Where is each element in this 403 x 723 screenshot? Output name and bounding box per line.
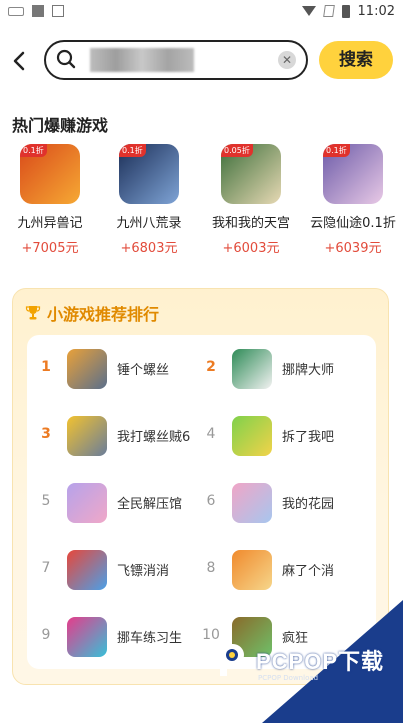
no-sim-icon — [322, 5, 335, 17]
mini-game-icon — [67, 416, 107, 456]
keyboard-icon — [8, 6, 24, 16]
rank-item[interactable]: 2 挪牌大师 — [202, 347, 372, 391]
rank-item[interactable]: 1 锤个螺丝 — [37, 347, 207, 391]
rank-item[interactable]: 8 麻了个消 — [202, 548, 372, 592]
rank-item[interactable]: 4 拆了我吧 — [202, 414, 372, 458]
rank-number: 2 — [206, 359, 216, 375]
mini-game-icon — [232, 550, 272, 590]
mini-game-name: 我打螺丝贼6 — [117, 430, 191, 445]
mini-game-icon — [232, 349, 272, 389]
search-icon — [56, 49, 76, 69]
mini-game-icon — [67, 349, 107, 389]
mini-game-name: 飞镖消消 — [117, 564, 170, 579]
search-button[interactable]: 搜索 — [319, 41, 393, 79]
rank-number: 6 — [206, 493, 216, 509]
mini-game-name: 挪牌大师 — [282, 363, 335, 378]
hot-games-list: 0.1折九州异兽记 +7005元 0.1折九州八荒录 +6803元 0.05折我和我的天… — [0, 144, 403, 256]
rank-number: 3 — [41, 426, 51, 442]
mini-game-name: 麻了个消 — [282, 564, 335, 579]
game-icon: 0.1折 — [20, 144, 80, 204]
mini-game-icon — [67, 483, 107, 523]
rank-item[interactable]: 5 全民解压馆 — [37, 481, 207, 525]
game-name: 云隐仙途0.1折 — [310, 216, 396, 231]
hot-game-item[interactable]: 0.1折九州八荒录 +6803元 — [99, 144, 199, 256]
discount-badge: 0.1折 — [20, 144, 47, 157]
battery-icon — [341, 4, 350, 18]
game-earnings: +6003元 — [222, 241, 280, 256]
ranking-title-text: 小游戏推荐排行 — [47, 305, 160, 324]
mini-game-icon — [232, 416, 272, 456]
game-name: 九州异兽记 — [17, 216, 83, 231]
ranking-title: 小游戏推荐排行 — [25, 301, 159, 325]
status-bar: 11:02 — [0, 0, 403, 22]
rank-item[interactable]: 7 飞镖消消 — [37, 548, 207, 592]
rank-number: 7 — [41, 560, 51, 576]
watermark-subtext: PCPOP Download — [258, 674, 319, 682]
discount-badge: 0.05折 — [221, 144, 253, 157]
mini-game-name: 锤个螺丝 — [117, 363, 170, 378]
game-earnings: +6039元 — [324, 241, 382, 256]
game-name: 九州八荒录 — [116, 216, 182, 231]
rank-number: 1 — [41, 359, 51, 375]
game-icon: 0.05折 — [221, 144, 281, 204]
mini-game-name: 我的花园 — [282, 497, 335, 512]
back-button[interactable] — [8, 48, 30, 74]
trophy-icon — [25, 306, 41, 320]
mini-game-name: 挪车练习生 — [117, 631, 183, 646]
search-box[interactable]: ✕ — [44, 40, 308, 80]
rank-number: 5 — [41, 493, 51, 509]
mini-game-icon — [232, 483, 272, 523]
rank-item[interactable]: 9 挪车练习生 — [37, 615, 207, 659]
mini-game-icon — [67, 550, 107, 590]
close-icon: ✕ — [281, 53, 293, 67]
mini-game-icon — [67, 617, 107, 657]
search-header: ✕ 搜索 — [0, 38, 403, 84]
rank-item[interactable]: 6 我的花园 — [202, 481, 372, 525]
notification-square-icon — [32, 5, 44, 17]
game-name: 我和我的天宫 — [211, 216, 290, 231]
watermark: PCPOP下载 PCPOP Download — [216, 640, 385, 682]
game-icon: 0.1折 — [119, 144, 179, 204]
game-earnings: +6803元 — [120, 241, 178, 256]
rank-item[interactable]: 3 我打螺丝贼6 — [37, 414, 207, 458]
pcpop-logo — [220, 644, 244, 676]
hot-game-item[interactable]: 0.1折九州异兽记 +7005元 — [0, 144, 100, 256]
rank-number: 4 — [206, 426, 216, 442]
back-arrow-icon — [13, 51, 25, 71]
wifi-icon — [301, 6, 316, 16]
mini-game-name: 拆了我吧 — [282, 430, 335, 445]
watermark-text: PCPOP下载 — [256, 649, 385, 674]
clock-time: 11:02 — [357, 3, 395, 19]
clear-button[interactable]: ✕ — [278, 51, 296, 69]
discount-badge: 0.1折 — [119, 144, 146, 157]
game-icon: 0.1折 — [323, 144, 383, 204]
game-earnings: +7005元 — [21, 241, 79, 256]
hot-game-item[interactable]: 0.1折云隐仙途0.1折 +6039元 — [303, 144, 403, 256]
search-input[interactable] — [90, 48, 290, 72]
rank-number: 8 — [206, 560, 216, 576]
discount-badge: 0.1折 — [323, 144, 350, 157]
app-grid-icon — [52, 5, 64, 17]
mini-game-name: 全民解压馆 — [117, 497, 183, 512]
hot-game-item[interactable]: 0.05折我和我的天宫 +6003元 — [201, 144, 301, 256]
rank-number: 9 — [41, 627, 51, 643]
hot-games-title: 热门爆赚游戏 — [12, 116, 109, 135]
